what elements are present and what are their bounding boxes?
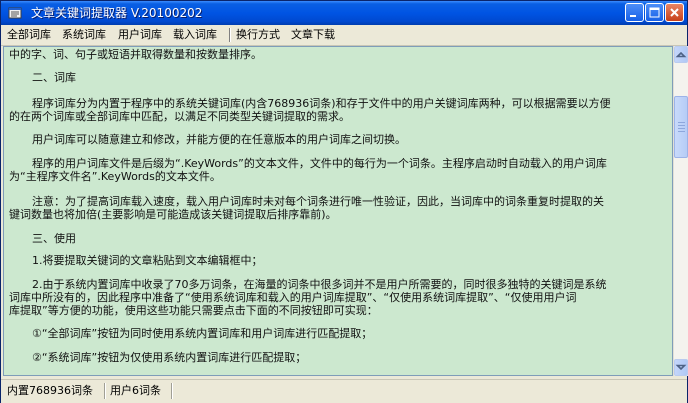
text-line: 为“主程序文件名”.KeyWords的文本文件。: [9, 170, 221, 183]
status-builtin-count: 内置768936词条: [7, 384, 93, 397]
menu-system-dictionary[interactable]: 系统词库: [62, 28, 106, 42]
status-user-count: 用户6词条: [110, 384, 161, 397]
maximize-icon: [649, 7, 660, 18]
title-bar[interactable]: 文章关键词提取器 V.20100202: [1, 1, 687, 25]
status-divider: [171, 383, 173, 399]
thumb-grip: [678, 125, 685, 126]
arrow-up-icon: [675, 51, 687, 58]
menu-load-dictionary[interactable]: 载入词库: [173, 28, 217, 42]
text-line: 的在两个词库或全部词库中匹配，以满足不同类型关键词提取的需求。: [9, 110, 350, 123]
app-window: 文章关键词提取器 V.20100202 全部词库 系统词库 用户词库 载入词库 …: [0, 0, 688, 403]
minimize-icon: [630, 15, 636, 17]
maximize-button[interactable]: [645, 3, 664, 22]
text-line: 中的字、词、句子或短语并取得数量和按数量排序。: [9, 48, 262, 61]
minimize-button[interactable]: [625, 3, 644, 22]
scroll-up-button[interactable]: [674, 46, 688, 63]
app-icon: [8, 7, 22, 19]
menu-line-break-mode[interactable]: 换行方式: [236, 28, 280, 42]
text-line: 词库中所没有的，因此程序中准备了“使用系统词库和载入的用户词库提取”、“仅使用系…: [9, 291, 577, 304]
menu-all-dictionaries[interactable]: 全部词库: [7, 28, 51, 42]
text-line: 键词数量也将加倍(主要影响是可能造成该关键词提取后排序靠前)。: [9, 208, 337, 221]
text-line: 程序的用户词库文件是后缀为“.KeyWords”的文本文件，文件中的每行为一个词…: [32, 157, 607, 170]
text-line: ②“系统词库”按钮为仅使用系统内置词库进行匹配提取；: [32, 351, 307, 364]
close-button[interactable]: [665, 3, 684, 22]
text-line: 程序词库分为内置于程序中的系统关键词库(内含768936词条)和存于文件中的用户…: [32, 97, 611, 110]
text-line: 注意：为了提高词库载入速度，载入用户词库时未对每个词条进行唯一性验证，因此，当词…: [32, 195, 604, 208]
thumb-grip: [678, 122, 685, 123]
text-line: 二、词库: [32, 71, 76, 84]
thumb-grip: [678, 128, 685, 129]
arrow-down-icon: [675, 364, 687, 371]
vertical-scrollbar[interactable]: [673, 46, 688, 376]
status-divider: [104, 383, 106, 399]
menu-article-download[interactable]: 文章下载: [291, 28, 335, 42]
text-line: 2.由于系统内置词库中收录了70多万词条，在海量的词条中很多词并不是用户所需要的…: [32, 278, 607, 291]
window-title: 文章关键词提取器 V.20100202: [31, 6, 203, 20]
scroll-down-button[interactable]: [674, 359, 688, 376]
scroll-thumb[interactable]: [674, 96, 688, 158]
text-line: 1.将要提取关键词的文章粘贴到文本编辑框中；: [32, 254, 263, 267]
text-line: 库提取”等方便的功能，使用这些功能只需要点击下面的不同按钮即可实现：: [9, 304, 378, 317]
text-line: 用户词库可以随意建立和修改，并能方便的在任意版本的用户词库之间切换。: [32, 133, 406, 146]
text-line: ①“全部词库”按钮为同时使用系统内置词库和用户词库进行匹配提取；: [32, 327, 373, 340]
status-bar: 内置768936词条 用户6词条: [1, 379, 687, 403]
text-editor[interactable]: 中的字、词、句子或短语并取得数量和按数量排序。 二、词库 程序词库分为内置于程序…: [3, 46, 673, 376]
menu-bar: 全部词库 系统词库 用户词库 载入词库 换行方式 文章下载: [1, 25, 687, 46]
menu-separator: [229, 28, 231, 42]
text-line: 三、使用: [32, 232, 76, 245]
menu-user-dictionary[interactable]: 用户词库: [118, 28, 162, 42]
close-icon: [670, 8, 679, 17]
thumb-grip: [678, 131, 685, 132]
